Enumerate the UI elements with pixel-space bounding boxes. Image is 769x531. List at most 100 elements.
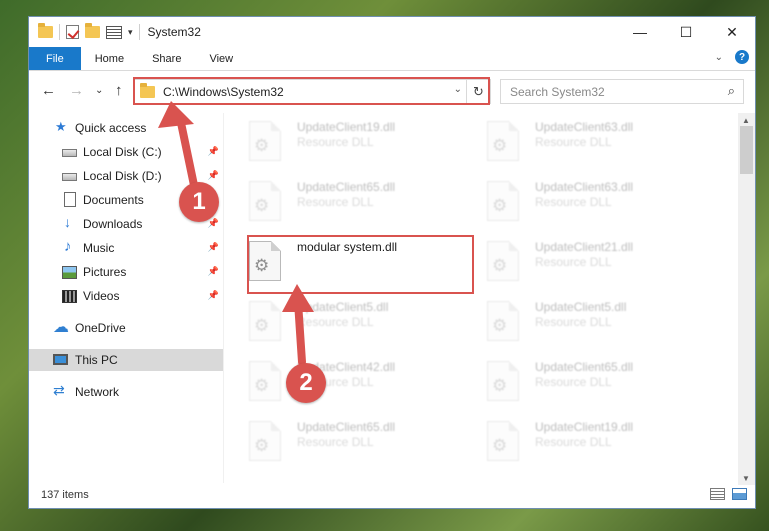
sidebar-item-network[interactable]: ⇄ Network <box>29 381 223 403</box>
sidebar-item-label: Pictures <box>83 265 127 279</box>
pin-icon[interactable]: 📌 <box>208 218 219 229</box>
up-button[interactable]: ↑ <box>115 82 123 99</box>
navigation-pane: ★ Quick access Local Disk (C:) 📌 Local D… <box>29 113 223 483</box>
file-item[interactable]: ⚙ UpdateClient65.dll Resource DLL <box>229 417 449 467</box>
file-item[interactable]: ⚙ UpdateClient5.dll Resource DLL <box>467 297 687 347</box>
tab-home[interactable]: Home <box>81 47 138 70</box>
ribbon-right-controls: ⌄ ? <box>715 50 749 64</box>
folder-icon[interactable] <box>38 23 53 38</box>
back-button[interactable]: ← <box>41 82 56 99</box>
gear-icon: ⚙ <box>254 436 270 455</box>
tab-view[interactable]: View <box>195 47 247 70</box>
properties-check-icon[interactable] <box>66 25 79 39</box>
sidebar-item-label: Videos <box>83 289 120 303</box>
view-switcher <box>710 488 747 500</box>
video-icon <box>62 290 77 303</box>
pin-icon[interactable]: 📌 <box>208 266 219 277</box>
new-folder-icon[interactable] <box>85 23 100 38</box>
file-name: UpdateClient63.dll <box>535 120 634 134</box>
sidebar-item-this-pc[interactable]: This PC <box>29 349 223 371</box>
pin-icon[interactable]: 📌 <box>208 242 219 253</box>
maximize-button[interactable]: ☐ <box>663 17 709 47</box>
star-icon: ★ <box>55 119 67 134</box>
file-item[interactable]: ⚙ UpdateClient63.dll Resource DLL <box>467 177 687 227</box>
file-type: Resource DLL <box>535 255 612 269</box>
network-icon: ⇄ <box>53 382 65 398</box>
file-type: Resource DLL <box>535 135 612 149</box>
file-item[interactable]: ⚙ UpdateClient5.dll Resource DLL <box>229 297 449 347</box>
expand-ribbon-chevron-icon[interactable]: ⌄ <box>715 52 723 63</box>
file-item[interactable]: ⚙ UpdateClient42.dll Resource DLL <box>229 357 449 407</box>
dll-file-icon: ⚙ <box>487 301 519 341</box>
title-bar: ▾ System32 — ☐ ✕ <box>29 17 755 47</box>
dll-file-icon: ⚙ <box>249 361 281 401</box>
download-icon: ↓ <box>64 214 71 230</box>
pin-icon[interactable]: 📌 <box>208 290 219 301</box>
dll-file-icon: ⚙ <box>249 421 281 461</box>
disk-icon <box>62 149 77 157</box>
recent-locations-button[interactable]: ⌄ <box>95 85 103 96</box>
sidebar-item-onedrive[interactable]: ☁ OneDrive <box>29 317 223 339</box>
pin-icon[interactable]: 📌 <box>208 146 219 157</box>
gear-icon: ⚙ <box>254 136 270 155</box>
gear-icon: ⚙ <box>254 316 270 335</box>
sidebar-item-music[interactable]: ♪ Music 📌 <box>29 237 223 259</box>
scrollbar-thumb[interactable] <box>740 126 753 174</box>
file-item[interactable]: ⚙ UpdateClient63.dll Resource DLL <box>467 117 687 167</box>
file-item[interactable]: ⚙ UpdateClient19.dll Resource DLL <box>229 117 449 167</box>
file-item[interactable]: ⚙ UpdateClient21.dll Resource DLL <box>467 237 687 287</box>
file-type: Resource DLL <box>297 315 374 329</box>
sidebar-item-label: Network <box>75 385 120 399</box>
search-icon[interactable]: ⌕ <box>728 83 735 99</box>
document-icon <box>64 192 76 207</box>
gear-icon: ⚙ <box>492 256 508 275</box>
pin-icon[interactable]: 📌 <box>208 170 219 181</box>
gear-icon: ⚙ <box>492 436 508 455</box>
file-item[interactable]: ⚙ UpdateClient65.dll Resource DLL <box>229 177 449 227</box>
gear-icon: ⚙ <box>254 376 270 395</box>
file-name: UpdateClient21.dll <box>535 240 634 254</box>
dll-file-icon: ⚙ <box>487 421 519 461</box>
picture-icon <box>62 266 77 279</box>
sidebar-item-local-disk-c[interactable]: Local Disk (C:) 📌 <box>29 141 223 163</box>
file-list: ⚙ UpdateClient19.dll Resource DLL ⚙ Upda… <box>229 113 739 483</box>
large-icons-view-icon[interactable] <box>732 488 747 500</box>
gear-icon: ⚙ <box>492 196 508 215</box>
dll-file-icon: ⚙ <box>249 121 281 161</box>
minimize-button[interactable]: — <box>617 17 663 47</box>
search-input[interactable] <box>501 84 711 99</box>
properties-icon[interactable] <box>106 25 122 39</box>
vertical-scrollbar[interactable]: ▲ ▼ <box>738 113 755 485</box>
file-type: Resource DLL <box>535 195 612 209</box>
dll-file-icon: ⚙ <box>249 181 281 221</box>
customize-toolbar-dropdown[interactable]: ▾ <box>128 27 133 38</box>
sidebar-item-pictures[interactable]: Pictures 📌 <box>29 261 223 283</box>
sidebar-item-quick-access[interactable]: ★ Quick access <box>29 117 223 139</box>
forward-button[interactable]: → <box>69 82 84 99</box>
status-bar: 137 items <box>29 482 755 508</box>
tab-file[interactable]: File <box>29 47 81 70</box>
details-view-icon[interactable] <box>710 488 725 500</box>
toolbar-separator <box>59 24 60 40</box>
dll-file-icon: ⚙ <box>487 121 519 161</box>
help-icon[interactable]: ? <box>735 50 749 64</box>
scroll-up-icon[interactable]: ▲ <box>742 116 750 125</box>
file-type: Resource DLL <box>297 195 374 209</box>
file-name: UpdateClient19.dll <box>297 120 396 134</box>
file-type: Resource DLL <box>535 375 612 389</box>
file-item[interactable]: ⚙ UpdateClient19.dll Resource DLL <box>467 417 687 467</box>
sidebar-item-label: Quick access <box>75 121 147 135</box>
tab-share[interactable]: Share <box>138 47 195 70</box>
pane-divider[interactable] <box>223 113 224 483</box>
file-item[interactable]: ⚙ UpdateClient65.dll Resource DLL <box>467 357 687 407</box>
step-1-badge: 1 <box>179 182 219 222</box>
cloud-icon: ☁ <box>53 319 69 336</box>
sidebar-item-label: This PC <box>75 353 118 367</box>
sidebar-item-label: Local Disk (C:) <box>83 145 162 159</box>
sidebar-item-videos[interactable]: Videos 📌 <box>29 285 223 307</box>
file-type: Resource DLL <box>297 135 374 149</box>
item-count: 137 items <box>41 489 89 501</box>
search-box[interactable]: ⌕ <box>500 79 744 104</box>
gear-icon: ⚙ <box>492 136 508 155</box>
close-button[interactable]: ✕ <box>709 17 755 47</box>
